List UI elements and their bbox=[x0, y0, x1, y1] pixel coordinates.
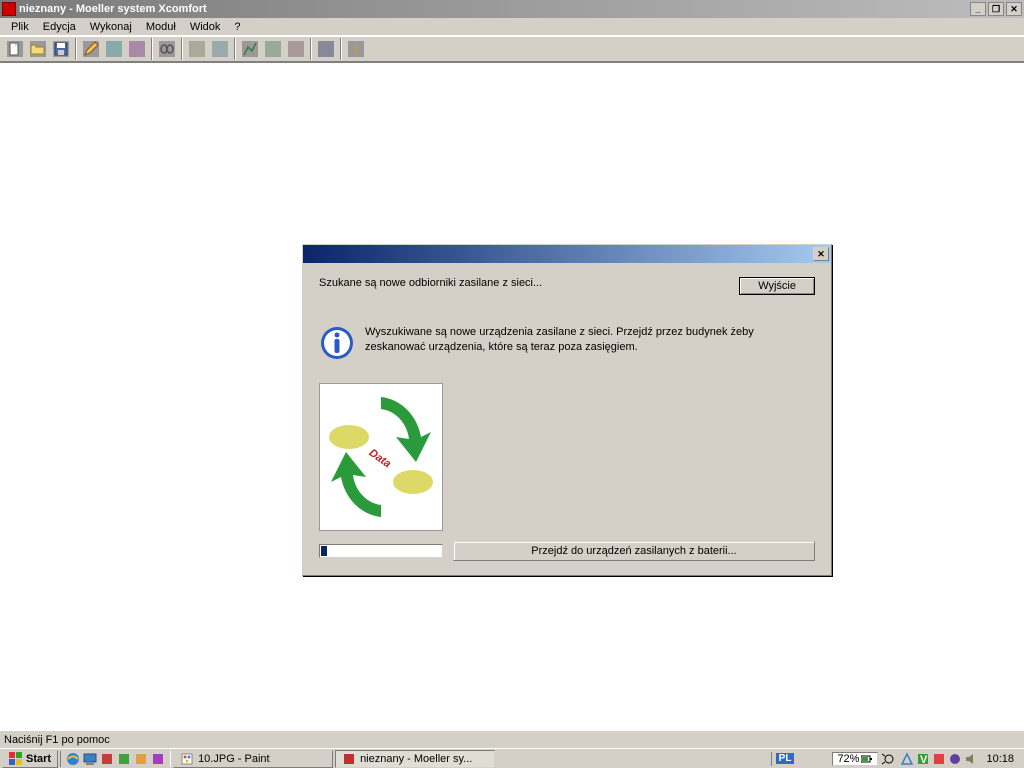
ql-icon-6[interactable] bbox=[150, 751, 166, 767]
toolbar-separator bbox=[340, 38, 342, 60]
help-button[interactable]: ? bbox=[345, 38, 367, 60]
window-controls: _ ❐ ✕ bbox=[970, 2, 1022, 16]
tray-icon-4[interactable] bbox=[948, 752, 962, 766]
task-moeller[interactable]: nieznany - Moeller sy... bbox=[335, 750, 495, 768]
clock[interactable]: 10:18 bbox=[982, 753, 1018, 765]
tray-icons: V bbox=[900, 752, 978, 766]
system-tray: PL 72% V 10:18 bbox=[771, 752, 1022, 766]
menu-help[interactable]: ? bbox=[227, 20, 247, 34]
statusbar: Naciśnij F1 po pomoc bbox=[0, 730, 1024, 748]
toolbar-separator bbox=[181, 38, 183, 60]
tool-12[interactable] bbox=[285, 38, 307, 60]
dialog-titlebar[interactable]: ✕ bbox=[303, 245, 831, 263]
dialog-close-button[interactable]: ✕ bbox=[813, 247, 829, 261]
menu-modul[interactable]: Moduł bbox=[139, 20, 183, 34]
battery-indicator[interactable]: 72% bbox=[832, 752, 878, 766]
tray-icon-3[interactable] bbox=[932, 752, 946, 766]
battery-icon bbox=[861, 754, 873, 764]
battery-devices-button[interactable]: Przejdź do urządzeń zasilanych z baterii… bbox=[453, 541, 815, 561]
volume-icon[interactable] bbox=[964, 752, 978, 766]
task-paint[interactable]: 10.JPG - Paint bbox=[173, 750, 333, 768]
plug-icon[interactable] bbox=[882, 753, 896, 765]
toolbar-separator bbox=[310, 38, 312, 60]
link-button[interactable] bbox=[156, 38, 178, 60]
ql-icon-3[interactable] bbox=[99, 751, 115, 767]
tool-13[interactable] bbox=[315, 38, 337, 60]
windows-flag-icon bbox=[9, 752, 23, 766]
menu-edycja[interactable]: Edycja bbox=[36, 20, 83, 34]
task-label: 10.JPG - Paint bbox=[198, 753, 270, 765]
svg-text:V: V bbox=[920, 754, 928, 766]
quick-launch bbox=[60, 751, 171, 767]
minimize-button[interactable]: _ bbox=[970, 2, 986, 16]
tool-11[interactable] bbox=[262, 38, 284, 60]
progress-bar bbox=[319, 544, 443, 558]
menu-wykonaj[interactable]: Wykonaj bbox=[83, 20, 139, 34]
ql-icon-4[interactable] bbox=[116, 751, 132, 767]
toolbar-separator bbox=[151, 38, 153, 60]
moeller-icon bbox=[342, 752, 356, 766]
task-label: nieznany - Moeller sy... bbox=[360, 753, 472, 765]
tool-6[interactable] bbox=[126, 38, 148, 60]
exit-button[interactable]: Wyjście bbox=[739, 277, 815, 295]
start-label: Start bbox=[26, 753, 51, 765]
app-icon bbox=[2, 2, 16, 16]
toolbar-separator bbox=[234, 38, 236, 60]
dialog-body: Szukane są nowe odbiorniki zasilane z si… bbox=[303, 263, 831, 575]
tray-icon-1[interactable] bbox=[900, 752, 914, 766]
info-icon bbox=[319, 325, 355, 361]
toolbar-separator bbox=[75, 38, 77, 60]
main-window-titlebar: nieznany - Moeller system Xcomfort _ ❐ ✕ bbox=[0, 0, 1024, 18]
ql-icon-5[interactable] bbox=[133, 751, 149, 767]
new-button[interactable] bbox=[4, 38, 26, 60]
paint-icon bbox=[180, 752, 194, 766]
save-button[interactable] bbox=[50, 38, 72, 60]
tray-icon-2[interactable]: V bbox=[916, 752, 930, 766]
desktop-icon[interactable] bbox=[82, 751, 98, 767]
toolbar: ? bbox=[0, 36, 1024, 62]
data-transfer-image: Data bbox=[319, 383, 443, 531]
menu-plik[interactable]: Plik bbox=[4, 20, 36, 34]
pencil-button[interactable] bbox=[80, 38, 102, 60]
tool-5[interactable] bbox=[103, 38, 125, 60]
svg-text:Data: Data bbox=[367, 447, 393, 471]
menubar: Plik Edycja Wykonaj Moduł Widok ? bbox=[0, 18, 1024, 36]
language-indicator[interactable]: PL bbox=[776, 753, 795, 764]
tool-8[interactable] bbox=[186, 38, 208, 60]
scan-dialog: ✕ Szukane są nowe odbiorniki zasilane z … bbox=[302, 244, 832, 576]
close-button[interactable]: ✕ bbox=[1006, 2, 1022, 16]
start-button[interactable]: Start bbox=[2, 750, 58, 768]
ie-icon[interactable] bbox=[65, 751, 81, 767]
open-button[interactable] bbox=[27, 38, 49, 60]
svg-text:?: ? bbox=[352, 45, 359, 57]
window-title: nieznany - Moeller system Xcomfort bbox=[19, 3, 970, 15]
taskbar: Start 10.JPG - Paint nieznany - Moeller … bbox=[0, 748, 1024, 768]
restore-button[interactable]: ❐ bbox=[988, 2, 1004, 16]
dialog-info-text: Wyszukiwane są nowe urządzenia zasilane … bbox=[365, 325, 815, 356]
dialog-heading: Szukane są nowe odbiorniki zasilane z si… bbox=[319, 277, 542, 289]
scan-button[interactable] bbox=[239, 38, 261, 60]
menu-widok[interactable]: Widok bbox=[183, 20, 228, 34]
status-text: Naciśnij F1 po pomoc bbox=[4, 734, 110, 746]
battery-percent: 72% bbox=[837, 753, 859, 765]
tool-9[interactable] bbox=[209, 38, 231, 60]
progress-fill bbox=[321, 546, 327, 556]
